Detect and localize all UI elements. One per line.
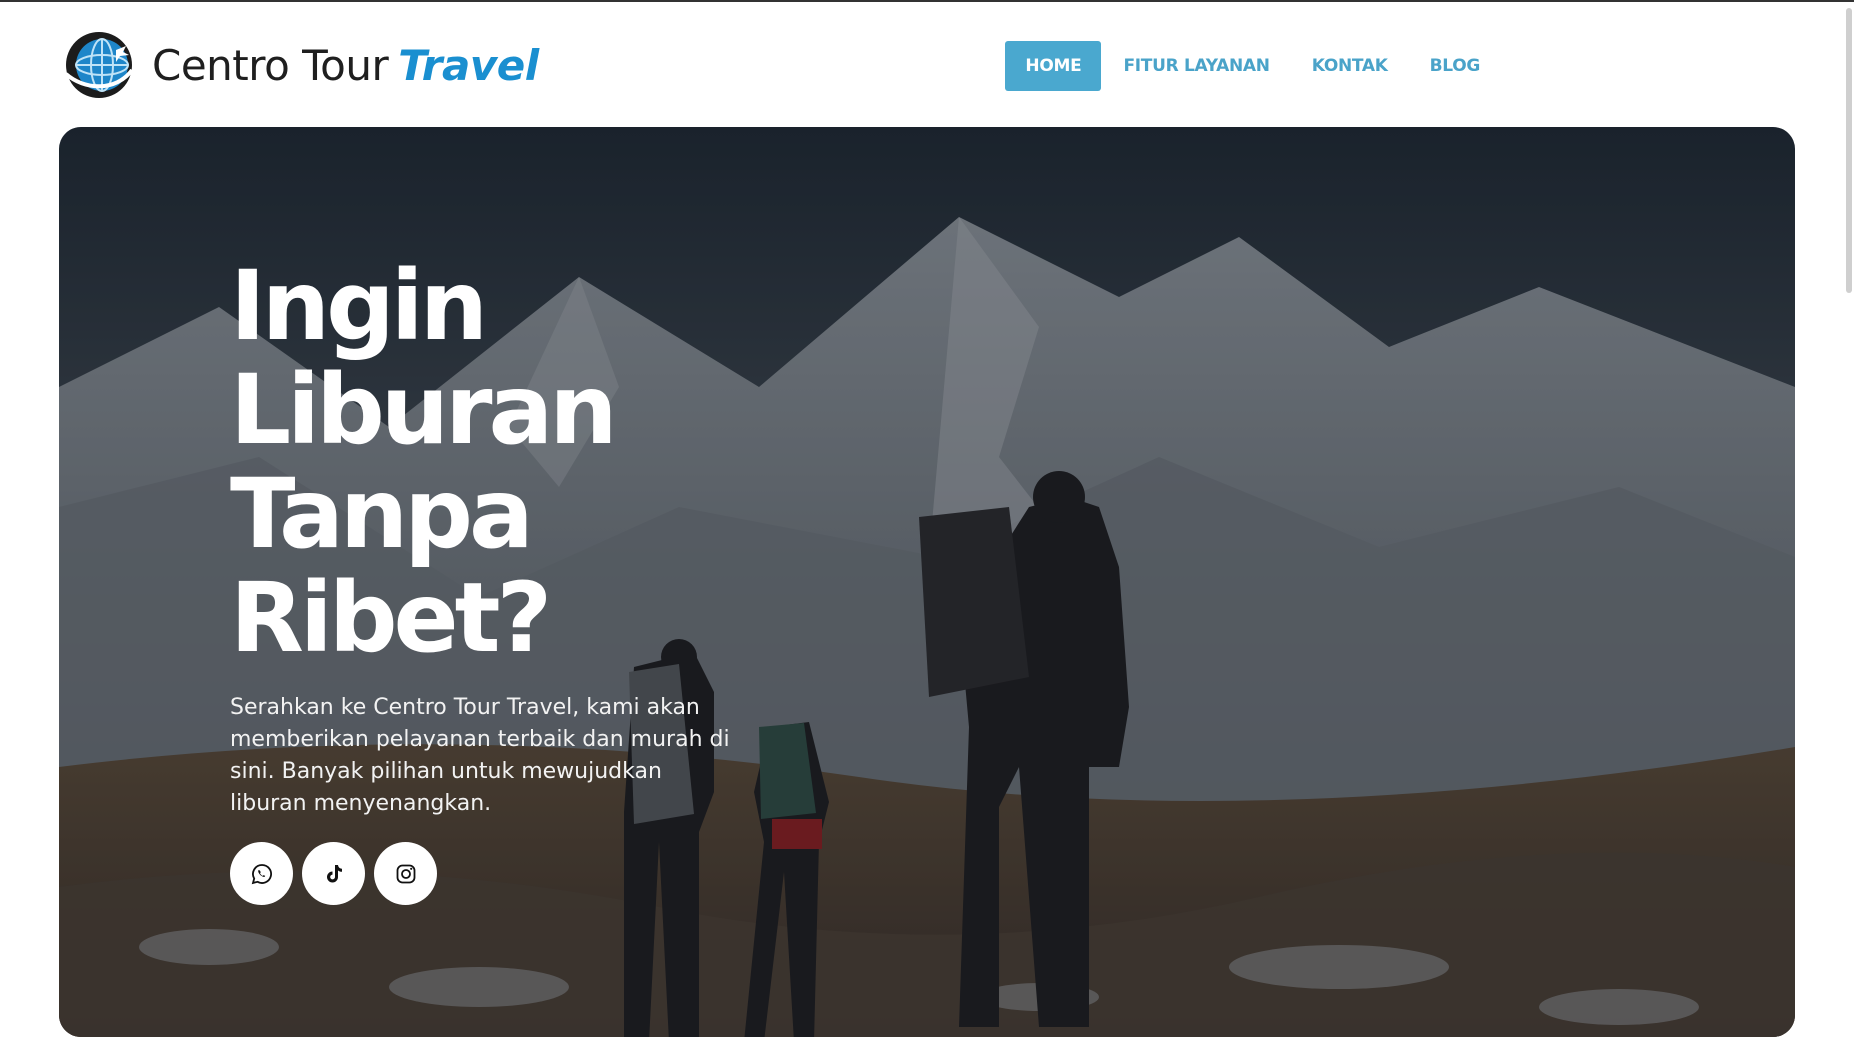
hero-title: Ingin Liburan Tanpa Ribet? xyxy=(230,254,830,670)
tiktok-button[interactable] xyxy=(302,842,365,905)
hero-title-line1: Ingin Liburan xyxy=(230,250,618,466)
brand-logo[interactable]: Centro Tour Travel xyxy=(64,30,539,100)
brand-name: Centro Tour Travel xyxy=(152,41,539,90)
instagram-button[interactable] xyxy=(374,842,437,905)
whatsapp-button[interactable] xyxy=(230,842,293,905)
hero-description: Serahkan ke Centro Tour Travel, kami aka… xyxy=(230,695,730,816)
tiktok-icon xyxy=(326,864,342,882)
nav-home[interactable]: HOME xyxy=(1005,41,1102,91)
nav-blog[interactable]: BLOG xyxy=(1410,41,1500,91)
hero-content: Ingin Liburan Tanpa Ribet? Serahkan ke C… xyxy=(230,254,830,905)
whatsapp-icon xyxy=(251,863,272,884)
nav-kontak[interactable]: KONTAK xyxy=(1292,41,1408,91)
page-scrollbar[interactable] xyxy=(1840,2,1854,1031)
hero-banner: Ingin Liburan Tanpa Ribet? Serahkan ke C… xyxy=(59,127,1795,1037)
hero-title-line2: Tanpa Ribet? xyxy=(230,458,552,674)
site-header: Centro Tour Travel HOME FITUR LAYANAN KON… xyxy=(0,2,1840,126)
globe-plane-icon xyxy=(64,32,134,98)
social-links xyxy=(230,842,830,905)
scrollbar-thumb[interactable] xyxy=(1846,8,1852,293)
brand-name-accent: Travel xyxy=(398,40,539,90)
main-nav: HOME FITUR LAYANAN KONTAK BLOG xyxy=(1005,41,1500,91)
brand-name-main: Centro Tour xyxy=(152,40,389,90)
instagram-icon xyxy=(396,864,415,883)
nav-fitur-layanan[interactable]: FITUR LAYANAN xyxy=(1103,41,1289,91)
